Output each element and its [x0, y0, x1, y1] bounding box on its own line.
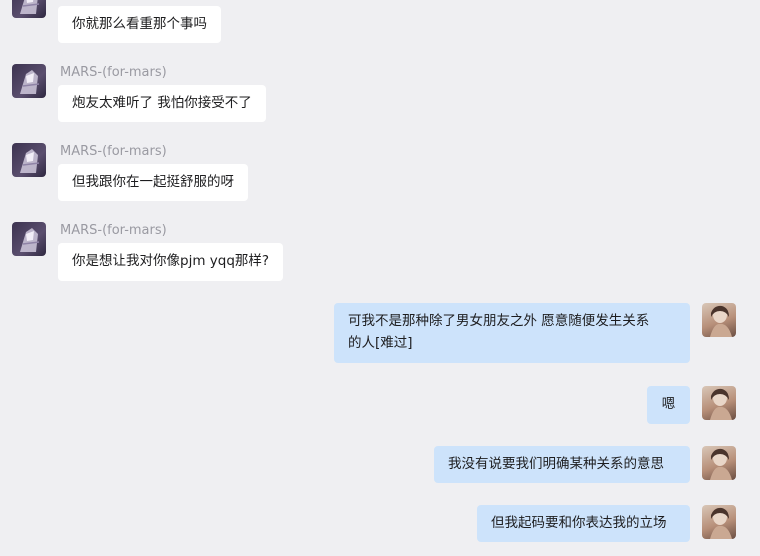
message-bubble[interactable]: 你就那么看重那个事吗 — [58, 6, 221, 43]
message-text: 但我起码要和你表达我的立场 — [491, 515, 667, 531]
sender-name: MARS-(for-mars) — [60, 223, 167, 238]
user-avatar[interactable] — [702, 446, 736, 480]
user-photo-avatar-icon — [710, 305, 732, 337]
message-bubble[interactable]: 炮友太难听了 我怕你接受不了 — [58, 85, 266, 122]
sender-name: MARS-(for-mars) — [60, 144, 167, 159]
user-photo-avatar-icon — [710, 507, 732, 539]
message-text: 你是想让我对你像pjm yqq那样? — [72, 253, 270, 269]
message-bubble[interactable]: 但我起码要和你表达我的立场 — [477, 505, 690, 542]
sender-name: MARS-(for-mars) — [60, 65, 167, 80]
message-text: 但我跟你在一起挺舒服的呀 — [72, 174, 234, 190]
anime-character-avatar-icon — [20, 228, 40, 252]
user-photo-avatar-icon — [710, 388, 732, 420]
contact-avatar[interactable] — [12, 222, 46, 256]
user-avatar[interactable] — [702, 386, 736, 420]
message-bubble[interactable]: 你是想让我对你像pjm yqq那样? — [58, 243, 284, 281]
anime-character-avatar-icon — [20, 0, 40, 14]
chat-area: 你就那么看重那个事吗 MARS-(for-mars) 炮友太难听了 我怕你接受不… — [0, 0, 760, 556]
message-bubble[interactable]: 嗯 — [647, 386, 690, 424]
message-bubble[interactable]: 可我不是那种除了男女朋友之外 愿意随便发生关系 的人[难过] — [334, 303, 690, 363]
message-bubble[interactable]: 我没有说要我们明确某种关系的意思 — [434, 446, 690, 483]
user-avatar[interactable] — [702, 303, 736, 337]
message-text: 嗯 — [661, 396, 676, 412]
user-avatar[interactable] — [702, 505, 736, 539]
contact-avatar[interactable] — [12, 143, 46, 177]
message-text: 炮友太难听了 我怕你接受不了 — [72, 95, 252, 111]
anime-character-avatar-icon — [20, 149, 40, 173]
contact-avatar[interactable] — [12, 64, 46, 98]
user-photo-avatar-icon — [710, 448, 732, 480]
message-text-line: 的人[难过] — [348, 335, 413, 351]
message-text: 我没有说要我们明确某种关系的意思 — [448, 456, 664, 472]
anime-character-avatar-icon — [20, 70, 40, 94]
message-text-line: 可我不是那种除了男女朋友之外 愿意随便发生关系 — [348, 313, 650, 329]
message-text: 你就那么看重那个事吗 — [72, 16, 207, 32]
contact-avatar[interactable] — [12, 0, 46, 18]
message-bubble[interactable]: 但我跟你在一起挺舒服的呀 — [58, 164, 248, 201]
